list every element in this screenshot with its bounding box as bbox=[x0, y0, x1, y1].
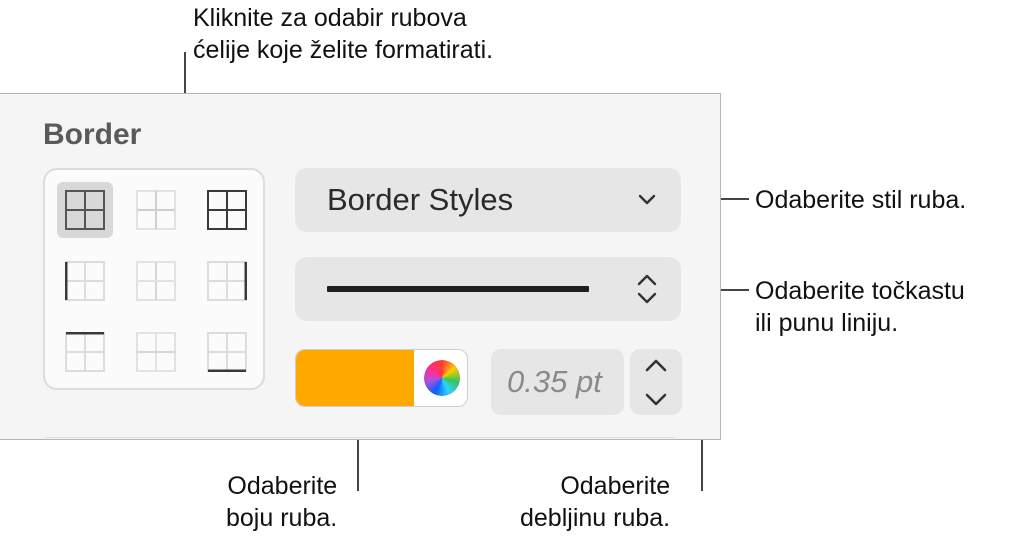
outside-borders-icon bbox=[207, 190, 247, 230]
callout-line: Kliknite za odabir rubova bbox=[193, 4, 467, 32]
callout-cell-borders: Kliknite za odabir rubova ćelije koje že… bbox=[193, 2, 493, 66]
chevron-up-icon bbox=[645, 359, 667, 371]
color-picker-button[interactable] bbox=[414, 350, 467, 406]
inside-vertical-border-button[interactable] bbox=[128, 253, 184, 309]
border-styles-dropdown[interactable]: Border Styles bbox=[295, 168, 681, 232]
callout-line-type: Odaberite točkastu ili punu liniju. bbox=[755, 275, 965, 339]
line-type-dropdown[interactable] bbox=[295, 257, 681, 321]
callout-line: Odaberite stil ruba. bbox=[755, 186, 967, 214]
inside-vertical-border-icon bbox=[136, 261, 176, 301]
bottom-border-button[interactable] bbox=[199, 324, 255, 380]
all-borders-button[interactable] bbox=[57, 182, 113, 238]
panel-title: Border bbox=[43, 118, 142, 151]
callout-line: Odaberite bbox=[560, 472, 671, 500]
border-styles-label: Border Styles bbox=[327, 182, 514, 217]
outside-borders-button[interactable] bbox=[199, 182, 255, 238]
callout-border-color: Odaberite boju ruba. bbox=[226, 470, 337, 534]
border-panel: Border Border Styles 0.35 pt bbox=[0, 93, 721, 440]
stepper-down-button[interactable] bbox=[630, 382, 682, 415]
callout-border-style: Odaberite stil ruba. bbox=[755, 184, 966, 216]
inside-horizontal-border-button[interactable] bbox=[128, 324, 184, 380]
inside-borders-button[interactable] bbox=[128, 182, 184, 238]
callout-line: Odaberite točkastu bbox=[755, 277, 965, 305]
right-border-icon bbox=[207, 261, 247, 301]
chevron-down-icon bbox=[645, 393, 667, 405]
callout-line: boju ruba. bbox=[226, 504, 338, 532]
stepper-up-button[interactable] bbox=[630, 349, 682, 382]
inside-borders-icon bbox=[136, 190, 176, 230]
chevron-down-icon bbox=[638, 194, 656, 205]
right-border-button[interactable] bbox=[199, 253, 255, 309]
border-selector bbox=[43, 168, 265, 390]
bottom-border-icon bbox=[207, 332, 247, 372]
border-color-swatch[interactable] bbox=[296, 350, 414, 406]
chevron-up-down-icon bbox=[637, 274, 657, 304]
thickness-input[interactable] bbox=[491, 349, 624, 415]
thickness-stepper[interactable] bbox=[630, 349, 682, 415]
top-border-button[interactable] bbox=[57, 324, 113, 380]
all-borders-icon bbox=[65, 190, 105, 230]
callout-line: debljinu ruba. bbox=[520, 504, 671, 532]
left-border-button[interactable] bbox=[57, 253, 113, 309]
top-border-icon bbox=[65, 332, 105, 372]
callout-line: ćelije koje želite formatirati. bbox=[193, 36, 494, 64]
callout-border-width: Odaberite debljinu ruba. bbox=[520, 470, 670, 534]
line-sample bbox=[327, 286, 589, 292]
inside-horizontal-border-icon bbox=[136, 332, 176, 372]
callout-line: ili punu liniju. bbox=[755, 309, 899, 337]
callout-line: Odaberite bbox=[227, 472, 338, 500]
border-color-well[interactable] bbox=[295, 349, 468, 407]
color-wheel-icon bbox=[423, 360, 460, 396]
border-thickness-field[interactable] bbox=[491, 349, 624, 415]
left-border-icon bbox=[65, 261, 105, 301]
divider bbox=[45, 437, 675, 438]
